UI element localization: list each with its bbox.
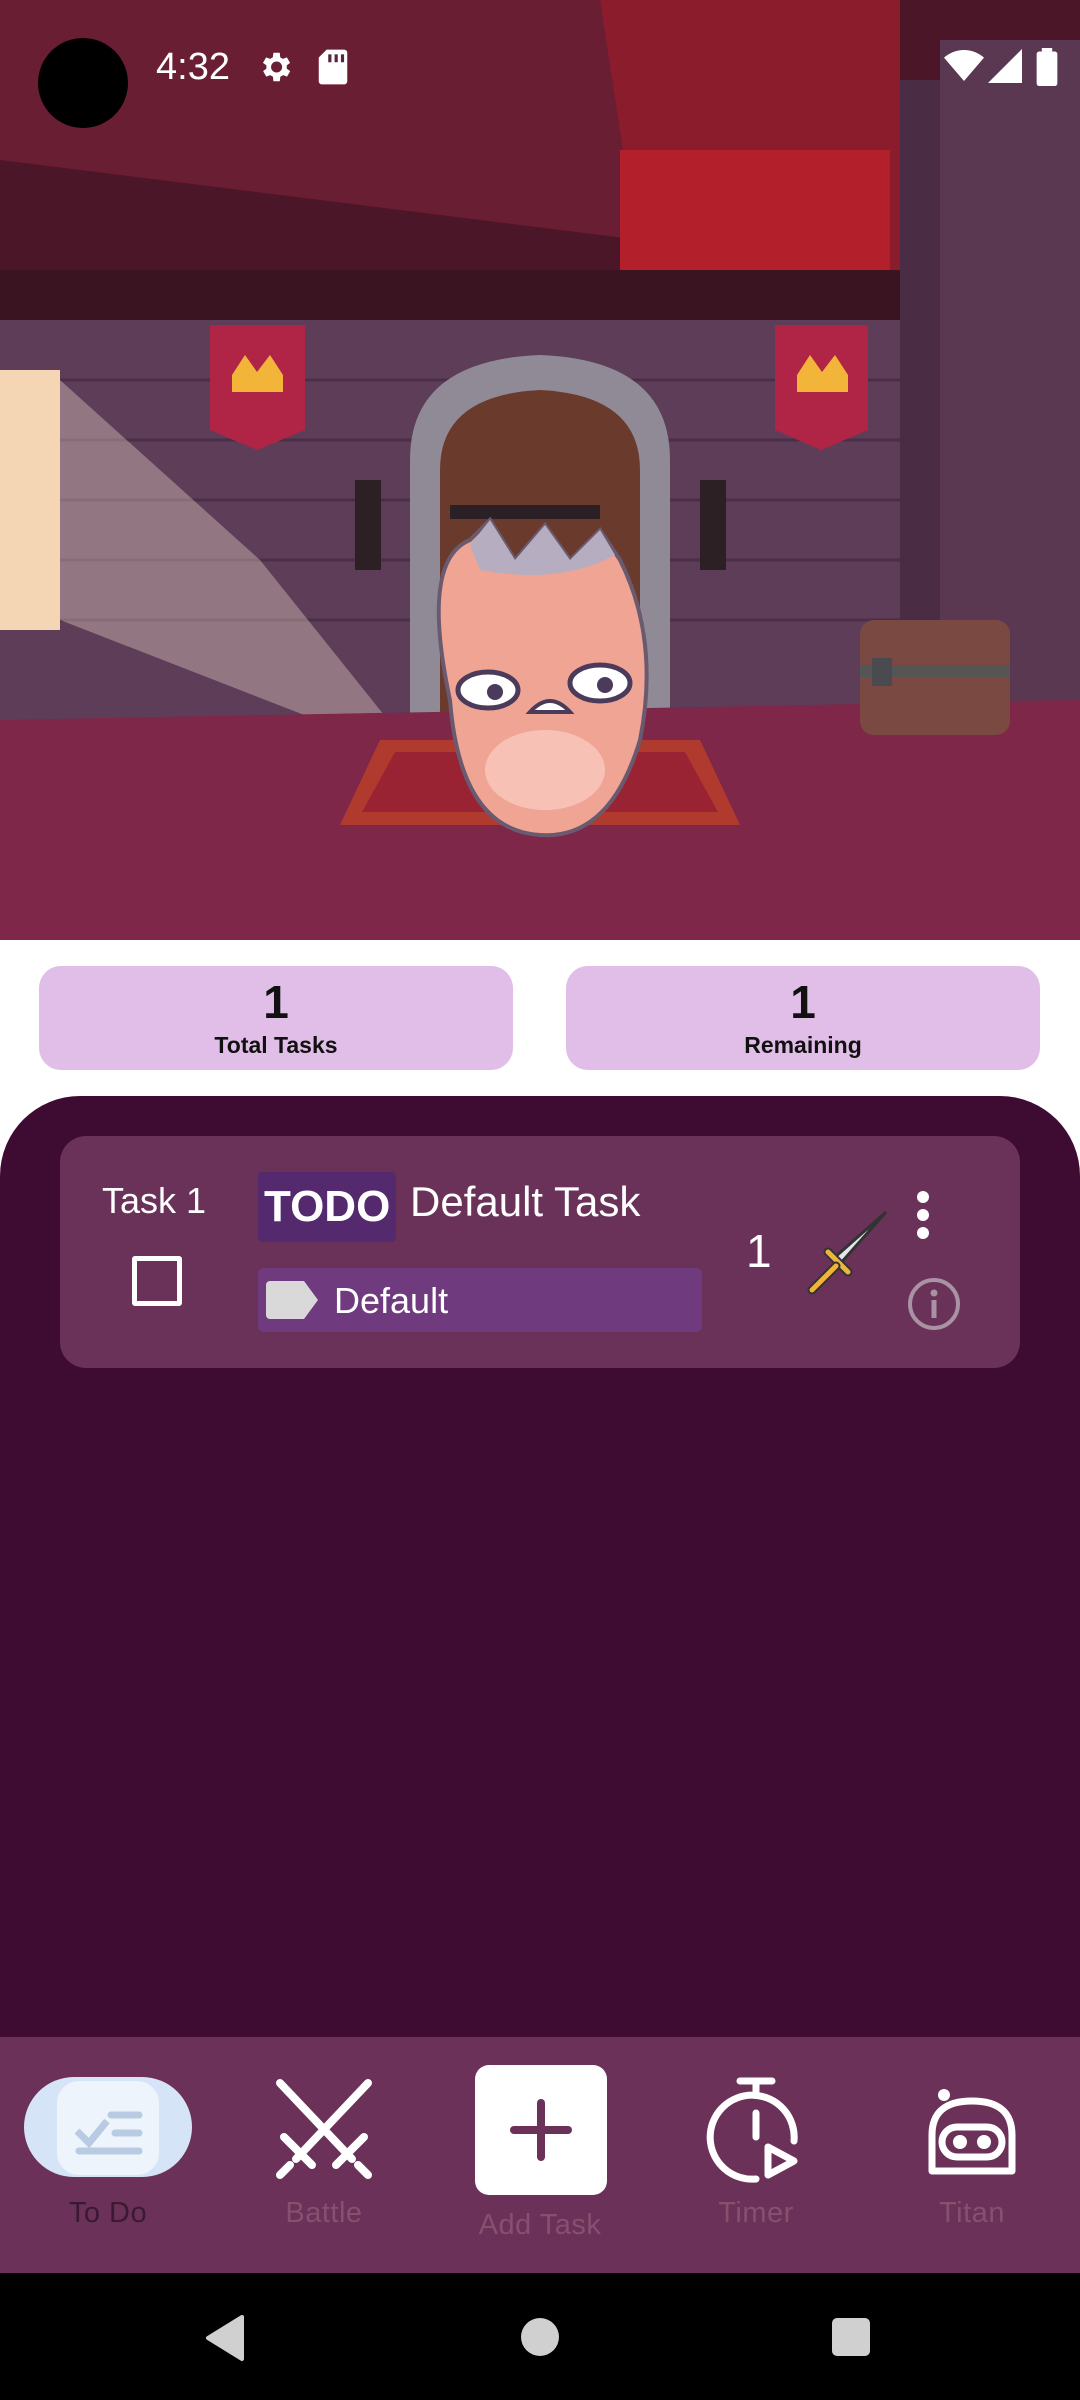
info-icon[interactable] bbox=[906, 1276, 962, 1337]
nav-add-task-label: Add Task bbox=[478, 2209, 602, 2241]
camera-cutout bbox=[38, 38, 128, 128]
task-title: Default Task bbox=[410, 1178, 641, 1225]
nav-titan-label: Titan bbox=[939, 2197, 1005, 2229]
bottom-navigation: To Do Battle Add Task Timer Titan bbox=[0, 2037, 1080, 2273]
castle-scene-illustration bbox=[0, 0, 1080, 940]
nav-add-task[interactable]: Add Task bbox=[432, 2037, 648, 2273]
status-bar: 4:32 bbox=[0, 0, 1080, 136]
task-complete-checkbox[interactable] bbox=[132, 1256, 182, 1306]
plus-icon bbox=[508, 2097, 574, 2168]
remaining-tasks-label: Remaining bbox=[744, 1032, 862, 1058]
add-task-button-bg bbox=[475, 2065, 607, 2195]
nav-battle-label: Battle bbox=[285, 2197, 363, 2229]
wifi-icon bbox=[944, 48, 984, 89]
more-options-icon[interactable] bbox=[908, 1188, 938, 1247]
nav-timer[interactable]: Timer bbox=[648, 2037, 864, 2273]
stopwatch-icon bbox=[706, 2075, 806, 2190]
task-list-panel: Task 1 TODO Default Task Default 1 bbox=[0, 1096, 1080, 2096]
home-icon[interactable] bbox=[519, 2316, 561, 2363]
task-tag-label: Default bbox=[334, 1280, 449, 1321]
task-damage-value: 1 bbox=[746, 1225, 772, 1277]
sd-card-icon bbox=[316, 48, 350, 91]
nav-todo[interactable]: To Do bbox=[0, 2037, 216, 2273]
nav-battle[interactable]: Battle bbox=[216, 2037, 432, 2273]
battery-icon bbox=[1036, 48, 1058, 91]
nav-timer-label: Timer bbox=[718, 2197, 794, 2229]
nav-todo-label: To Do bbox=[68, 2197, 148, 2229]
back-icon[interactable] bbox=[202, 2313, 246, 2368]
system-navigation-bar bbox=[0, 2273, 1080, 2400]
tag-icon bbox=[266, 1281, 318, 1324]
remaining-tasks-card: 1 Remaining bbox=[566, 966, 1040, 1070]
checklist-icon bbox=[55, 2079, 161, 2182]
total-tasks-card: 1 Total Tasks bbox=[39, 966, 513, 1070]
nav-titan[interactable]: Titan bbox=[864, 2037, 1080, 2273]
remaining-tasks-value: 1 bbox=[790, 976, 816, 1028]
recents-icon[interactable] bbox=[830, 2316, 872, 2363]
total-tasks-label: Total Tasks bbox=[214, 1032, 338, 1058]
task-card[interactable]: Task 1 TODO Default Task Default 1 bbox=[60, 1136, 1020, 1368]
task-number: Task 1 bbox=[102, 1180, 207, 1221]
task-status-badge: TODO bbox=[258, 1172, 397, 1242]
task-tag-chip[interactable]: Default bbox=[258, 1268, 702, 1332]
sword-icon bbox=[800, 1208, 890, 1303]
cell-signal-icon bbox=[988, 48, 1022, 89]
monster-icon bbox=[922, 2085, 1022, 2182]
crossed-swords-icon bbox=[268, 2073, 380, 2186]
status-time: 4:32 bbox=[156, 46, 230, 88]
settings-icon bbox=[256, 48, 294, 91]
total-tasks-value: 1 bbox=[263, 976, 289, 1028]
